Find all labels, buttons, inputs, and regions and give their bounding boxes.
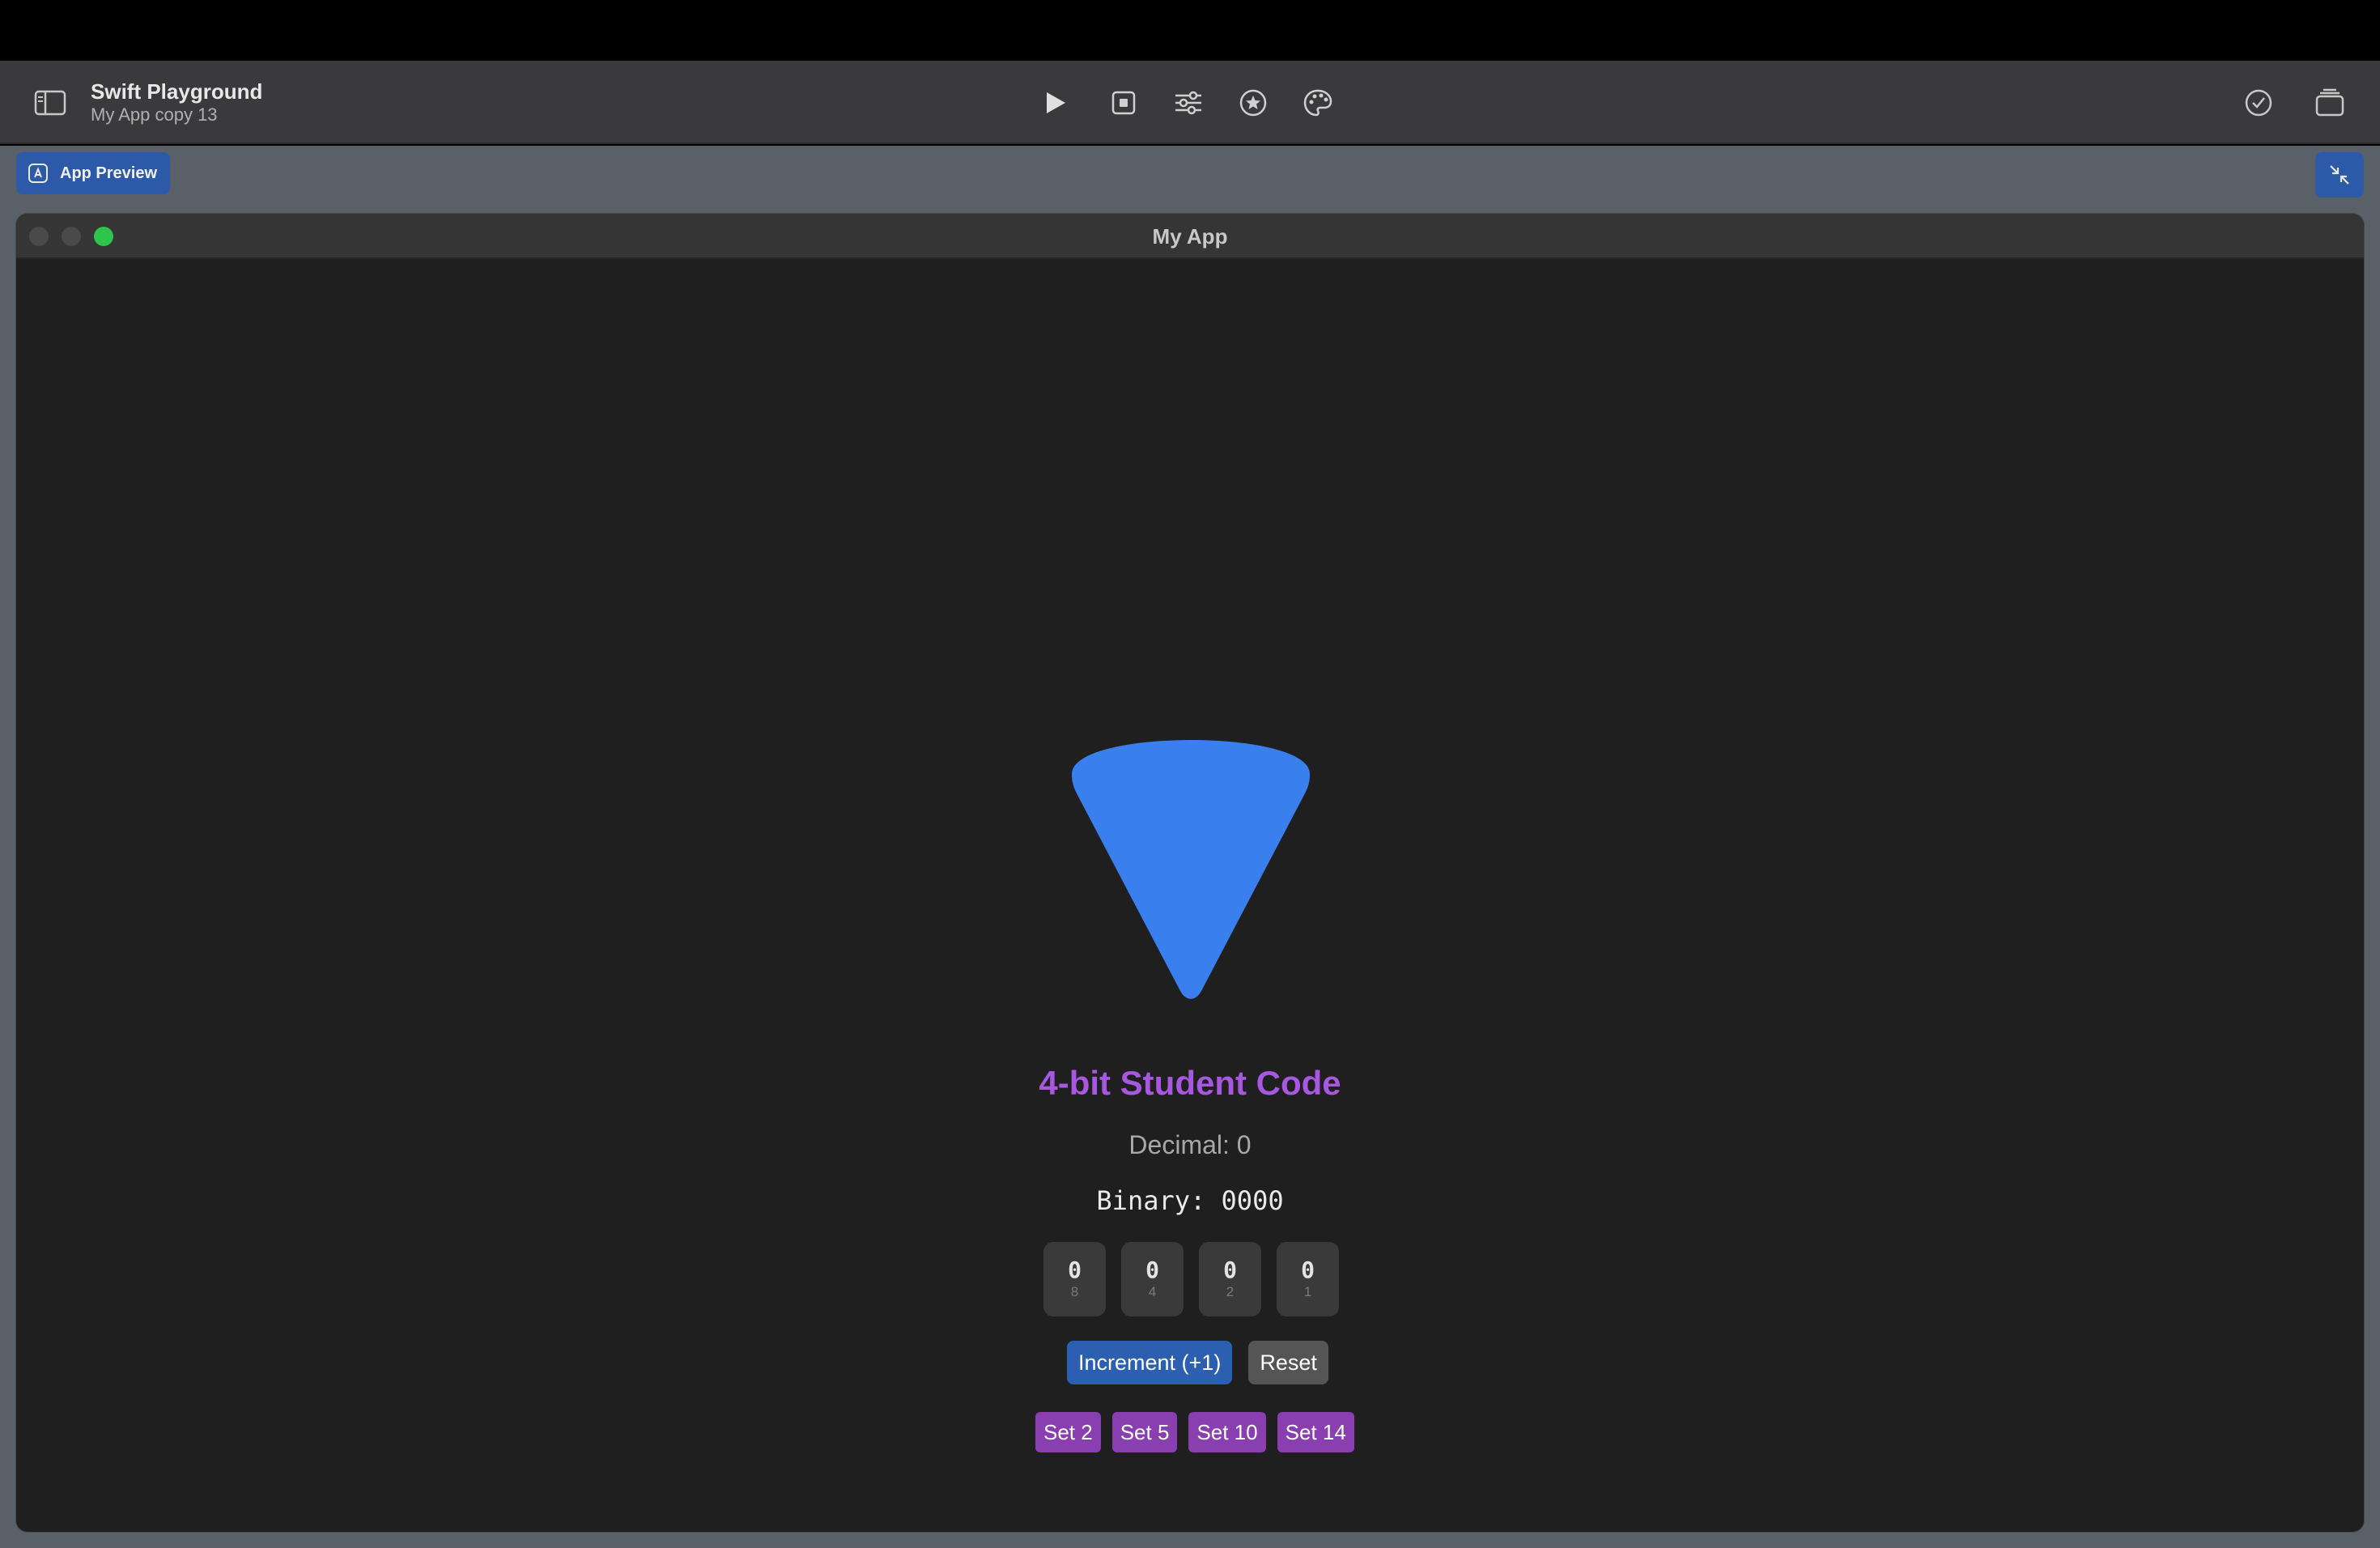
set-14-button[interactable]: Set 14 — [1277, 1412, 1354, 1452]
stop-icon[interactable] — [1104, 83, 1143, 122]
app-preview-label: App Preview — [60, 164, 158, 182]
playground-toolbar: Swift Playground My App copy 13 — [0, 61, 2380, 144]
decimal-readout: Decimal: 0 — [1128, 1130, 1252, 1159]
set-2-button[interactable]: Set 2 — [1035, 1412, 1101, 1452]
binary-readout: Binary: 0000 — [1096, 1185, 1284, 1216]
set-10-button[interactable]: Set 10 — [1188, 1412, 1266, 1452]
action-buttons: Increment (+1) Reset — [1067, 1341, 1328, 1384]
app-window: My App 4-bit Student Code Decimal: 0 Bin… — [16, 214, 2364, 1532]
bit-weight: 1 — [1303, 1284, 1312, 1299]
checkmark-icon[interactable] — [2239, 83, 2278, 122]
reset-button[interactable]: Reset — [1248, 1341, 1328, 1384]
bit-toggle-4[interactable]: 0 4 — [1121, 1242, 1184, 1316]
play-icon[interactable] — [1036, 83, 1075, 122]
palette-icon[interactable] — [1298, 83, 1337, 122]
sliders-icon[interactable] — [1169, 83, 1208, 122]
bit-value: 0 — [1145, 1257, 1159, 1283]
app-store-icon — [28, 164, 48, 183]
bit-weight: 4 — [1148, 1284, 1157, 1299]
increment-button[interactable]: Increment (+1) — [1067, 1341, 1233, 1384]
collapse-preview-button[interactable] — [2315, 152, 2364, 198]
bit-value: 0 — [1223, 1257, 1237, 1283]
app-preview-button[interactable]: App Preview — [16, 152, 171, 194]
app-window-title: My App — [1152, 224, 1228, 249]
bit-weight: 2 — [1226, 1284, 1235, 1299]
app-name: Swift Playground — [91, 79, 263, 104]
app-titlebar: My App — [16, 214, 2364, 259]
bit-toggle-2[interactable]: 0 2 — [1199, 1242, 1261, 1316]
collapse-arrows-icon — [2330, 165, 2349, 185]
app-heading: 4-bit Student Code — [1039, 1064, 1341, 1102]
bit-weight: 8 — [1070, 1284, 1079, 1299]
windows-icon[interactable] — [2310, 83, 2349, 122]
project-name: My App copy 13 — [91, 104, 218, 125]
bit-value: 0 — [1068, 1257, 1082, 1283]
menu-bar — [0, 0, 2380, 61]
bit-toggle-8[interactable]: 0 8 — [1043, 1242, 1106, 1316]
bit-toggle-1[interactable]: 0 1 — [1277, 1242, 1339, 1316]
preset-buttons: Set 2 Set 5 Set 10 Set 14 — [1035, 1412, 1354, 1452]
cone-shape — [1072, 740, 1310, 999]
sidebar-toggle-icon[interactable] — [32, 85, 68, 121]
set-5-button[interactable]: Set 5 — [1111, 1412, 1178, 1452]
bit-value: 0 — [1301, 1257, 1315, 1283]
star-icon[interactable] — [1234, 83, 1273, 122]
bit-toggles: 0 8 0 4 0 2 0 1 — [1043, 1242, 1339, 1316]
project-title: Swift Playground My App copy 13 — [91, 79, 262, 125]
